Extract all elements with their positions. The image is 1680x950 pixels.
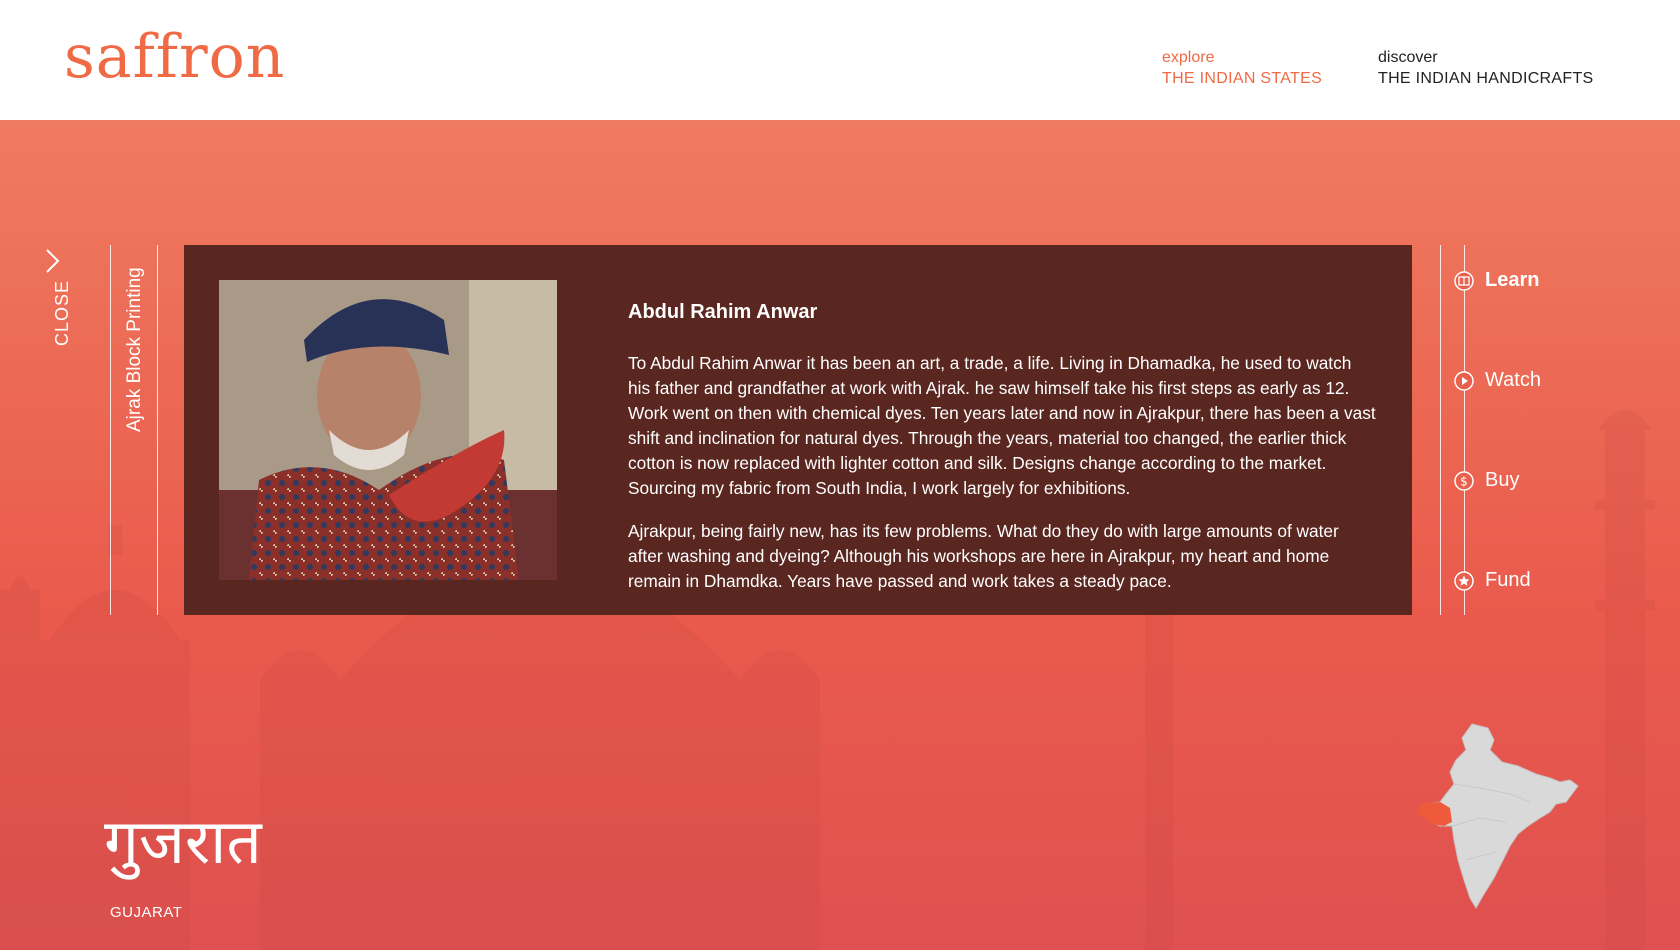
craft-side-nav: Learn Watch $ Buy Fund	[1440, 245, 1660, 615]
hero-section: CLOSE Ajrak Block Printing Abdul Rahim A…	[0, 120, 1680, 950]
saffron-logo[interactable]: saffron	[64, 22, 285, 92]
top-header: saffron explore THE INDIAN STATES discov…	[0, 0, 1680, 120]
side-nav-line	[1464, 245, 1465, 615]
artisan-bio-paragraph: Ajrakpur, being fairly new, has its few …	[628, 521, 1339, 591]
side-nav-label: Buy	[1485, 469, 1520, 491]
side-nav-label: Fund	[1485, 569, 1531, 591]
artisan-photo	[219, 280, 557, 580]
artisan-card: Abdul Rahim Anwar To Abdul Rahim Anwar i…	[184, 245, 1412, 615]
artisan-name: Abdul Rahim Anwar	[628, 301, 818, 323]
side-nav-label: Watch	[1485, 369, 1541, 391]
nav-explore-states[interactable]: explore THE INDIAN STATES	[1162, 48, 1322, 90]
divider-line	[110, 245, 111, 615]
side-nav-line	[1440, 245, 1441, 615]
close-label: CLOSE	[52, 279, 72, 346]
india-map[interactable]	[1410, 722, 1590, 912]
nav-discover-small-label: discover	[1378, 49, 1438, 66]
star-icon	[1454, 571, 1474, 591]
dollar-icon: $	[1454, 471, 1474, 491]
close-button[interactable]: CLOSE	[32, 248, 72, 358]
artisan-bio-paragraph: To Abdul Rahim Anwar it has been an art,…	[628, 353, 1376, 498]
nav-explore-label: THE INDIAN STATES	[1162, 70, 1323, 87]
state-name: GUJARAT	[110, 904, 183, 921]
svg-text:$: $	[1460, 475, 1468, 489]
nav-discover-handicrafts[interactable]: discover THE INDIAN HANDICRAFTS	[1378, 48, 1594, 90]
nav-explore-small-label: explore	[1162, 49, 1215, 66]
state-name-devanagari: गुजरात	[104, 805, 262, 878]
play-icon	[1454, 371, 1474, 391]
nav-discover-label: THE INDIAN HANDICRAFTS	[1378, 70, 1594, 87]
book-icon	[1454, 271, 1474, 291]
craft-title: Ajrak Block Printing	[124, 267, 145, 432]
divider-line	[157, 245, 158, 615]
chevron-right-icon	[46, 249, 60, 273]
side-nav-label: Learn	[1485, 269, 1540, 291]
